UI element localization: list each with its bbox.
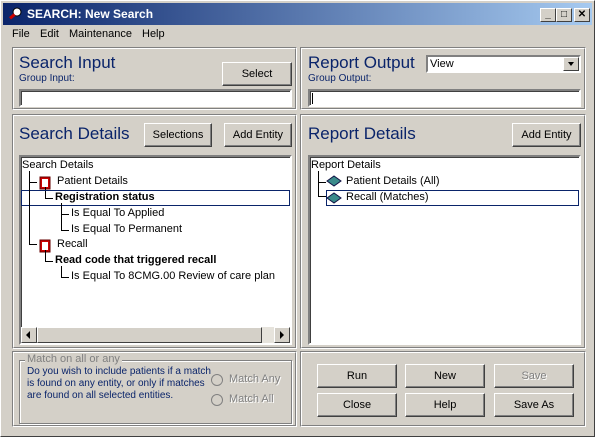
save-button[interactable]: Save <box>494 364 574 388</box>
tree-node-patient-details[interactable]: Patient Details <box>57 175 128 187</box>
add-entity-button[interactable]: Add Entity <box>224 123 292 147</box>
report-output-heading: Report Output <box>308 53 415 72</box>
minimize-button[interactable]: _ <box>540 8 556 22</box>
new-button[interactable]: New <box>405 364 485 388</box>
window-title: SEARCH: New Search <box>27 7 154 21</box>
match-any-label: Match Any <box>229 373 281 385</box>
close-button-label: Close <box>342 399 372 411</box>
scroll-right-icon[interactable] <box>274 327 290 343</box>
tree-root[interactable]: Search Details <box>22 159 94 171</box>
tree-node-equal-applied[interactable]: Is Equal To Applied <box>71 207 164 219</box>
save-button-label: Save <box>521 370 547 382</box>
title-bar[interactable]: SEARCH: New Search _ □ ✕ <box>3 3 592 25</box>
close-window-button[interactable]: ✕ <box>574 8 590 22</box>
group-input-field[interactable] <box>19 89 292 107</box>
view-select[interactable]: View <box>426 55 581 73</box>
menu-maintenance[interactable]: Maintenance <box>69 28 132 40</box>
group-output-label: Group Output: <box>308 73 372 84</box>
report-tree-root[interactable]: Report Details <box>311 159 381 171</box>
tree-node-recall[interactable]: Recall <box>57 238 88 250</box>
run-button[interactable]: Run <box>317 364 397 388</box>
save-as-button[interactable]: Save As <box>494 393 574 417</box>
menu-file[interactable]: File <box>12 28 30 40</box>
report-node-recall-matches[interactable]: Recall (Matches) <box>346 191 429 203</box>
match-legend: Match on all or any <box>25 353 122 365</box>
match-panel: Match on all or any Do you wish to inclu… <box>12 351 297 427</box>
tree-node-equal-8cmg[interactable]: Is Equal To 8CMG.00 Review of care plan <box>71 270 275 282</box>
group-input-label: Group Input: <box>19 73 75 84</box>
report-add-entity-button[interactable]: Add Entity <box>512 123 581 147</box>
search-details-heading: Search Details <box>19 124 130 143</box>
new-button-label: New <box>433 370 456 382</box>
maximize-button[interactable]: □ <box>556 8 572 22</box>
selections-button-label: Selections <box>152 129 204 141</box>
view-select-value: View <box>430 58 454 70</box>
match-description: Do you wish to include patients if a mat… <box>27 366 211 401</box>
horizontal-scrollbar[interactable] <box>21 327 290 343</box>
match-all-radio[interactable] <box>211 394 223 406</box>
group-output-field[interactable] <box>308 89 581 107</box>
report-details-heading: Report Details <box>308 124 416 143</box>
search-window: SEARCH: New Search _ □ ✕ File Edit Maint… <box>0 0 595 437</box>
menu-bar: File Edit Maintenance Help <box>3 26 592 44</box>
actions-panel: Run New Save Close Help Save As <box>300 351 586 427</box>
match-all-label: Match All <box>229 393 274 405</box>
search-input-heading: Search Input <box>19 53 116 72</box>
scroll-thumb[interactable] <box>37 327 262 343</box>
report-details-panel: Report Details Add Entity Report Details… <box>300 114 586 349</box>
search-details-panel: Search Details Selections Add Entity Sea… <box>12 114 297 349</box>
selections-button[interactable]: Selections <box>144 123 212 147</box>
menu-help[interactable]: Help <box>142 28 165 40</box>
select-button-label: Select <box>241 68 273 80</box>
report-details-tree[interactable]: Report Details Patient Details (All) Rec… <box>308 155 581 345</box>
search-input-panel: Search Input Group Input: Select <box>12 47 297 110</box>
help-button[interactable]: Help <box>405 393 485 417</box>
search-details-tree[interactable]: Search Details Patient Details Registrat… <box>19 155 292 345</box>
chevron-down-icon[interactable] <box>563 57 579 71</box>
close-button[interactable]: Close <box>317 393 397 417</box>
search-app-icon <box>9 7 22 20</box>
report-node-patient-details-all[interactable]: Patient Details (All) <box>346 175 440 187</box>
match-any-radio[interactable] <box>211 374 223 386</box>
tree-node-registration-status[interactable]: Registration status <box>55 191 155 203</box>
report-output-panel: Report Output Group Output: View <box>300 47 586 110</box>
tree-node-equal-permanent[interactable]: Is Equal To Permanent <box>71 223 182 235</box>
help-button-label: Help <box>433 399 457 411</box>
text-cursor <box>312 93 313 104</box>
select-button[interactable]: Select <box>222 62 292 86</box>
book-icon <box>326 175 342 187</box>
tree-node-read-code[interactable]: Read code that triggered recall <box>55 254 216 266</box>
add-entity-button-label: Add Entity <box>232 129 284 141</box>
save-as-button-label: Save As <box>513 399 555 411</box>
book-icon <box>326 192 342 204</box>
report-add-entity-label: Add Entity <box>521 129 572 141</box>
menu-edit[interactable]: Edit <box>40 28 59 40</box>
scroll-left-icon[interactable] <box>21 327 37 343</box>
run-button-label: Run <box>346 370 368 382</box>
